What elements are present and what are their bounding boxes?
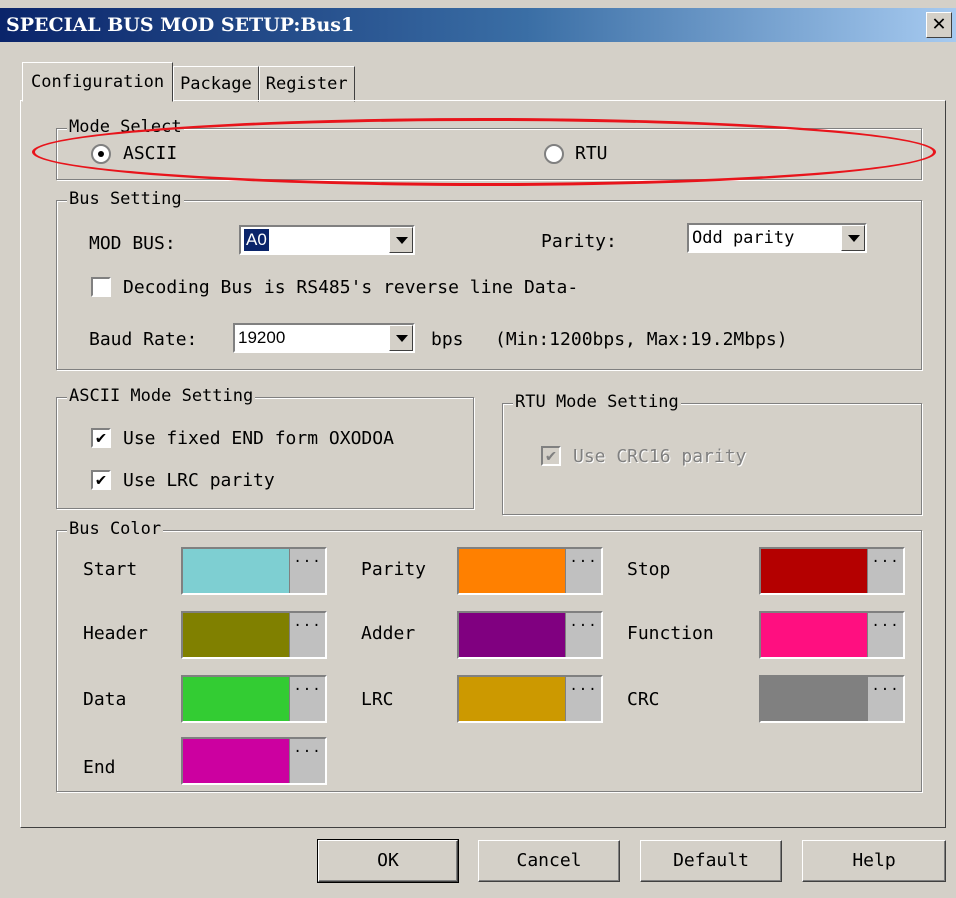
- close-icon[interactable]: ✕: [926, 12, 952, 38]
- parity-color-label: Parity: [361, 559, 427, 580]
- chevron-down-icon[interactable]: [841, 225, 865, 251]
- data-color-fill: [183, 677, 289, 721]
- crc16-label: Use CRC16 parity: [573, 446, 747, 467]
- rtu-radio-label[interactable]: RTU: [575, 143, 608, 165]
- fixed-end-label[interactable]: Use fixed END form OXODOA: [123, 428, 394, 450]
- baud-rate-select[interactable]: 19200: [233, 323, 415, 353]
- title-bar: SPECIAL BUS MOD SETUP:Bus1: [0, 8, 956, 42]
- dialog-window: SPECIAL BUS MOD SETUP:Bus1 ✕ Configurati…: [0, 0, 956, 898]
- lrc-parity-label[interactable]: Use LRC parity: [123, 470, 275, 492]
- help-button[interactable]: Help: [802, 840, 946, 882]
- crc-color-picker[interactable]: ···: [759, 675, 905, 723]
- parity-color-fill: [459, 549, 565, 593]
- stop-color-label: Stop: [627, 559, 671, 580]
- bus-color-legend: Bus Color: [67, 518, 164, 540]
- more-icon[interactable]: ···: [565, 613, 601, 657]
- more-icon[interactable]: ···: [565, 677, 601, 721]
- data-color-picker[interactable]: ···: [181, 675, 327, 723]
- baud-unit: bps: [431, 329, 464, 350]
- bus-setting-legend: Bus Setting: [67, 188, 184, 210]
- more-icon[interactable]: ···: [289, 549, 325, 593]
- adder-color-fill: [459, 613, 565, 657]
- tab-package[interactable]: Package: [173, 66, 259, 102]
- lrc-color-picker[interactable]: ···: [457, 675, 603, 723]
- adder-color-picker[interactable]: ···: [457, 611, 603, 659]
- parity-select[interactable]: Odd parity: [687, 223, 867, 253]
- header-color-label: Header: [83, 623, 149, 644]
- parity-color-picker[interactable]: ···: [457, 547, 603, 595]
- reverse-line-checkbox[interactable]: [91, 277, 111, 297]
- stop-color-picker[interactable]: ···: [759, 547, 905, 595]
- more-icon[interactable]: ···: [867, 549, 903, 593]
- function-color-fill: [761, 613, 867, 657]
- crc-color-label: CRC: [627, 689, 660, 710]
- start-color-picker[interactable]: ···: [181, 547, 327, 595]
- fixed-end-checkbox[interactable]: ✔: [91, 428, 111, 448]
- mod-bus-select[interactable]: A0: [239, 225, 415, 255]
- function-color-picker[interactable]: ···: [759, 611, 905, 659]
- adder-color-label: Adder: [361, 623, 416, 644]
- parity-value: Odd parity: [692, 228, 795, 248]
- crc16-checkbox: ✔: [541, 446, 561, 466]
- reverse-line-label[interactable]: Decoding Bus is RS485's reverse line Dat…: [123, 277, 578, 299]
- crc-color-fill: [761, 677, 867, 721]
- mode-select-legend: Mode Select: [67, 116, 184, 138]
- baud-range-note: (Min:1200bps, Max:19.2Mbps): [495, 329, 788, 350]
- ascii-mode-group: ASCII Mode Setting ✔ Use fixed END form …: [56, 385, 474, 509]
- more-icon[interactable]: ···: [289, 613, 325, 657]
- end-color-fill: [183, 739, 289, 783]
- parity-label: Parity:: [541, 231, 617, 252]
- cancel-button[interactable]: Cancel: [478, 840, 620, 882]
- rtu-radio[interactable]: [544, 144, 564, 164]
- stop-color-fill: [761, 549, 867, 593]
- header-color-fill: [183, 613, 289, 657]
- start-color-label: Start: [83, 559, 138, 580]
- more-icon[interactable]: ···: [867, 613, 903, 657]
- bus-setting-group: Bus Setting MOD BUS: A0 Parity: Odd pari…: [56, 188, 922, 370]
- ascii-radio-label[interactable]: ASCII: [123, 143, 177, 165]
- ascii-mode-legend: ASCII Mode Setting: [67, 385, 256, 407]
- rtu-mode-group: RTU Mode Setting ✔ Use CRC16 parity: [502, 391, 922, 515]
- more-icon[interactable]: ···: [289, 677, 325, 721]
- more-icon[interactable]: ···: [289, 739, 325, 783]
- window-title: SPECIAL BUS MOD SETUP:Bus1: [6, 14, 355, 36]
- ok-button[interactable]: OK: [317, 839, 459, 883]
- tab-register[interactable]: Register: [258, 66, 355, 102]
- lrc-color-fill: [459, 677, 565, 721]
- baud-rate-label: Baud Rate:: [89, 329, 198, 350]
- default-button[interactable]: Default: [640, 840, 782, 882]
- mod-bus-value: A0: [244, 229, 269, 251]
- more-icon[interactable]: ···: [565, 549, 601, 593]
- mod-bus-label: MOD BUS:: [89, 233, 176, 254]
- start-color-fill: [183, 549, 289, 593]
- mode-select-group: Mode Select ASCII RTU: [56, 116, 922, 180]
- header-color-picker[interactable]: ···: [181, 611, 327, 659]
- end-color-picker[interactable]: ···: [181, 737, 327, 785]
- lrc-color-label: LRC: [361, 689, 394, 710]
- tab-strip: Configuration Package Register: [22, 62, 355, 102]
- function-color-label: Function: [627, 623, 714, 644]
- data-color-label: Data: [83, 689, 127, 710]
- ascii-radio[interactable]: [91, 144, 111, 164]
- more-icon[interactable]: ···: [867, 677, 903, 721]
- chevron-down-icon[interactable]: [389, 325, 413, 351]
- rtu-mode-legend: RTU Mode Setting: [513, 391, 681, 413]
- bus-color-group: Bus Color Start ··· Parity ··· Stop ··· …: [56, 518, 922, 792]
- end-color-label: End: [83, 757, 116, 778]
- tab-configuration[interactable]: Configuration: [22, 62, 174, 102]
- chevron-down-icon[interactable]: [389, 227, 413, 253]
- lrc-parity-checkbox[interactable]: ✔: [91, 470, 111, 490]
- baud-rate-value: 19200: [238, 328, 286, 347]
